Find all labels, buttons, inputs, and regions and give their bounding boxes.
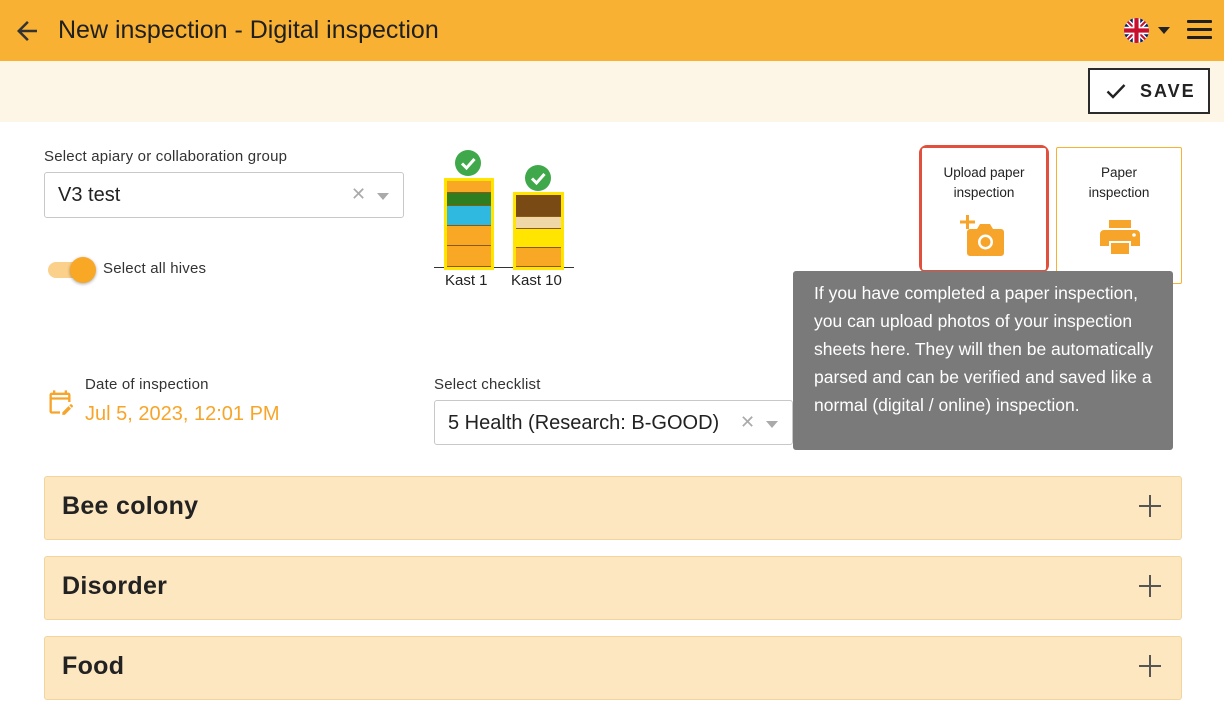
chevron-down-icon[interactable] [766,421,778,428]
hive-boxes [444,178,494,270]
hive-layer [516,229,561,248]
hive-layer [516,217,561,229]
date-value[interactable]: Jul 5, 2023, 12:01 PM [85,403,280,426]
hive-layer [516,248,561,267]
chevron-down-icon[interactable] [377,193,389,200]
hive-kast-10[interactable] [513,165,564,270]
paper-inspection-label: Paper inspection [1088,165,1150,200]
hive-layer [447,193,491,206]
hive-layer [447,181,491,193]
plus-icon[interactable] [1139,575,1161,597]
checklist-label: Select checklist [434,376,541,393]
check-icon [1106,84,1126,99]
save-button[interactable]: SAVE [1088,68,1210,114]
date-label: Date of inspection [85,376,209,393]
section-disorder[interactable]: Disorder [44,556,1182,620]
hive-layer [447,246,491,267]
arrow-back-icon[interactable] [12,16,42,46]
checklist-select[interactable]: 5 Health (Research: B-GOOD) ✕ [434,400,793,445]
apiary-value: V3 test [58,184,121,206]
apiary-select[interactable]: V3 test ✕ [44,172,404,218]
check-circle-icon [455,150,481,176]
add-photo-camera-icon [960,215,1004,256]
hive-layer [447,226,491,246]
section-bee-colony[interactable]: Bee colony [44,476,1182,540]
check-circle-icon [525,165,551,191]
upload-paper-inspection-button[interactable]: Upload paper inspection [922,148,1046,270]
hive-name: Kast 10 [511,272,562,289]
hive-name: Kast 1 [445,272,488,289]
select-all-toggle[interactable] [46,257,96,283]
section-title: Bee colony [62,492,199,520]
action-bar: SAVE [0,61,1224,122]
checklist-value: 5 Health (Research: B-GOOD) [448,412,720,434]
upload-tooltip: If you have completed a paper inspection… [793,271,1173,450]
select-all-label: Select all hives [103,260,207,277]
section-food[interactable]: Food [44,636,1182,700]
clear-icon[interactable]: ✕ [740,412,755,433]
plus-icon[interactable] [1139,495,1161,517]
printer-icon [1100,220,1140,254]
uk-flag-icon[interactable] [1124,18,1149,43]
hive-layer [447,206,491,226]
chevron-down-icon[interactable] [1158,27,1170,34]
hamburger-menu-icon[interactable] [1187,20,1212,40]
upload-paper-label: Upload paper inspection [943,165,1025,200]
edit-calendar-icon[interactable] [46,388,74,416]
section-title: Food [62,652,125,680]
hive-kast-1[interactable] [444,150,494,270]
paper-inspection-button[interactable]: Paper inspection [1056,147,1182,284]
clear-icon[interactable]: ✕ [351,184,366,205]
plus-icon[interactable] [1139,655,1161,677]
hive-boxes [513,192,564,270]
apiary-label: Select apiary or collaboration group [44,148,288,165]
section-title: Disorder [62,572,168,600]
hive-layer [516,195,561,217]
app-header: New inspection - Digital inspection [0,0,1224,61]
page-title: New inspection - Digital inspection [58,16,439,44]
save-label: SAVE [1140,81,1196,101]
